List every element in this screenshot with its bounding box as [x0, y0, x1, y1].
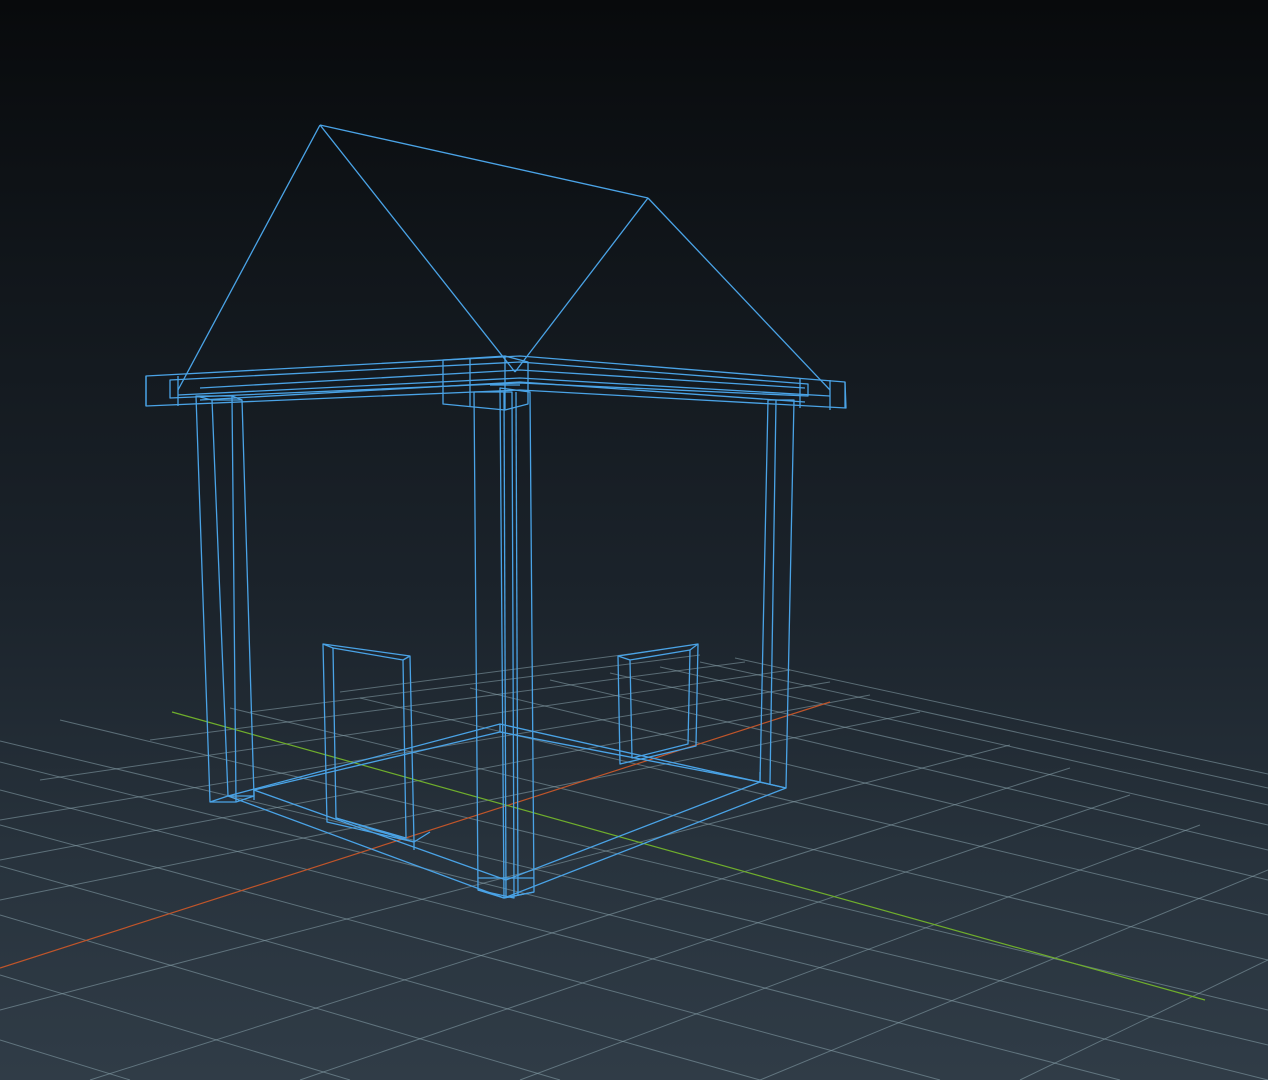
grid-line — [0, 824, 941, 1080]
floor-frame[interactable] — [227, 723, 787, 899]
grid-line — [549, 679, 1268, 851]
grid-line — [0, 865, 761, 1080]
grid-line — [0, 789, 1121, 1080]
roof[interactable] — [177, 124, 831, 391]
gazebo-wireframe[interactable] — [145, 124, 847, 899]
roof-slab[interactable] — [145, 355, 847, 411]
grid-line — [339, 649, 661, 693]
3d-viewport[interactable] — [0, 0, 1268, 1080]
grid-line — [299, 794, 1131, 1080]
pillar-right[interactable] — [759, 399, 795, 789]
grid-line — [0, 914, 561, 1080]
grid-line — [0, 974, 351, 1080]
grid-line — [699, 661, 1268, 789]
grid-line — [0, 681, 831, 821]
pillar-left[interactable] — [195, 395, 255, 803]
grid-line — [469, 687, 1268, 881]
ground-grid — [0, 649, 1268, 1080]
grid-line — [659, 666, 1268, 806]
grid-line — [0, 740, 1268, 1046]
grid-line — [249, 654, 701, 713]
viewport-scene[interactable] — [0, 0, 1268, 1080]
grid-line — [229, 707, 1268, 961]
grid-line — [734, 657, 1268, 775]
grid-line — [759, 869, 1268, 1080]
grid-line — [0, 1039, 131, 1080]
grid-line — [149, 661, 746, 741]
grid-line — [1019, 959, 1268, 1080]
bench-right[interactable] — [617, 643, 699, 765]
x-axis-line — [0, 701, 831, 969]
grid-line — [0, 711, 921, 901]
grid-line — [359, 697, 1268, 916]
